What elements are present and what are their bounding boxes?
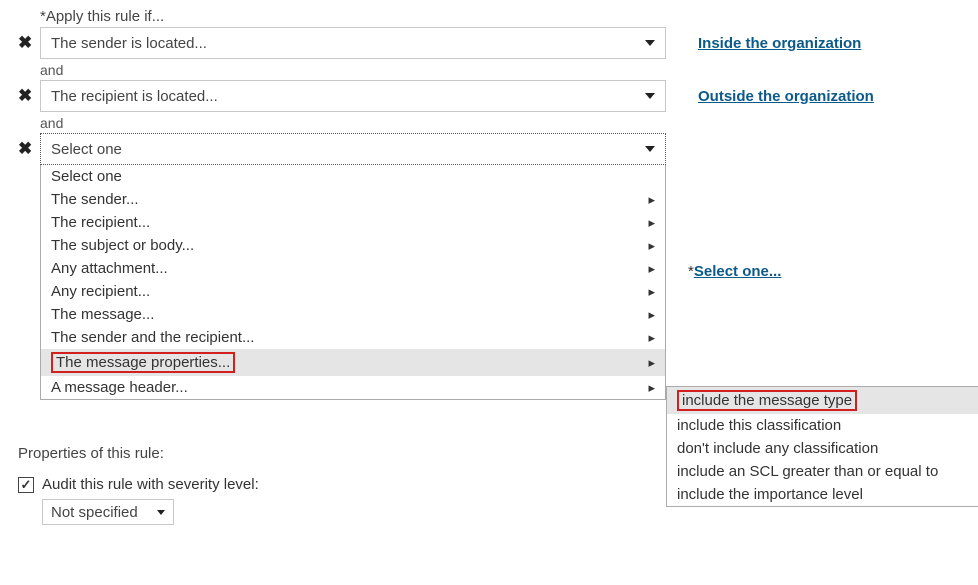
- menu-item[interactable]: The recipient... ▸: [41, 211, 665, 234]
- chevron-down-icon: [157, 510, 165, 515]
- condition-3-value: Select one: [51, 141, 122, 158]
- menu-item-label: The subject or body...: [51, 237, 194, 254]
- severity-value: Not specified: [51, 504, 138, 521]
- and-label-2: and: [40, 115, 960, 131]
- menu-item[interactable]: The message properties... ▸: [41, 349, 665, 376]
- chevron-right-icon: ▸: [648, 261, 655, 277]
- condition-3-dropdown[interactable]: Select one: [40, 133, 666, 165]
- submenu-item[interactable]: include the message type: [667, 387, 978, 414]
- menu-item-label: The recipient...: [51, 214, 150, 231]
- chevron-right-icon: ▸: [648, 192, 655, 208]
- condition-2-dropdown[interactable]: The recipient is located...: [40, 80, 666, 112]
- remove-condition-2[interactable]: ✖: [18, 86, 40, 106]
- chevron-down-icon: [645, 146, 655, 152]
- select-one-link[interactable]: Select one...: [694, 263, 782, 280]
- menu-item[interactable]: Any recipient... ▸: [41, 280, 665, 303]
- condition-submenu: include the message type include this cla…: [666, 386, 978, 507]
- menu-item-label: The sender...: [51, 191, 139, 208]
- condition-1-dropdown[interactable]: The sender is located...: [40, 27, 666, 59]
- audit-checkbox[interactable]: ✓: [18, 477, 34, 493]
- chevron-right-icon: ▸: [648, 238, 655, 254]
- chevron-right-icon: ▸: [648, 355, 655, 371]
- chevron-down-icon: [645, 93, 655, 99]
- menu-item-label: The message properties...: [51, 352, 235, 373]
- submenu-item[interactable]: include an SCL greater than or equal to: [667, 460, 978, 483]
- condition-1-link[interactable]: Inside the organization: [698, 35, 861, 52]
- apply-rule-title: *Apply this rule if...: [40, 8, 960, 25]
- chevron-right-icon: ▸: [648, 330, 655, 346]
- condition-2-value: The recipient is located...: [51, 88, 218, 105]
- remove-condition-3[interactable]: ✖: [18, 139, 40, 159]
- menu-item[interactable]: The sender and the recipient... ▸: [41, 326, 665, 349]
- submenu-item[interactable]: include the importance level: [667, 483, 978, 506]
- chevron-right-icon: ▸: [648, 307, 655, 323]
- submenu-item[interactable]: don't include any classification: [667, 437, 978, 460]
- submenu-item[interactable]: include this classification: [667, 414, 978, 437]
- condition-menu: Select oneThe sender...▸The recipient...…: [40, 165, 666, 400]
- submenu-item-label: include the message type: [677, 390, 857, 411]
- remove-condition-1[interactable]: ✖: [18, 33, 40, 53]
- menu-item[interactable]: The message... ▸: [41, 303, 665, 326]
- menu-item[interactable]: The sender... ▸: [41, 188, 665, 211]
- and-label-1: and: [40, 62, 960, 78]
- chevron-right-icon: ▸: [648, 380, 655, 396]
- chevron-down-icon: [645, 40, 655, 46]
- menu-item-label: A message header...: [51, 379, 188, 396]
- chevron-right-icon: ▸: [648, 215, 655, 231]
- chevron-right-icon: ▸: [648, 284, 655, 300]
- menu-item[interactable]: Any attachment... ▸: [41, 257, 665, 280]
- condition-1-value: The sender is located...: [51, 35, 207, 52]
- menu-item[interactable]: Select one: [41, 165, 665, 188]
- condition-2-link[interactable]: Outside the organization: [698, 88, 874, 105]
- menu-item[interactable]: A message header... ▸: [41, 376, 665, 399]
- audit-label: Audit this rule with severity level:: [42, 476, 259, 493]
- severity-dropdown[interactable]: Not specified: [42, 499, 174, 525]
- menu-item-label: Any recipient...: [51, 283, 150, 300]
- menu-item-label: Any attachment...: [51, 260, 168, 277]
- menu-item-label: The sender and the recipient...: [51, 329, 254, 346]
- menu-item-label: The message...: [51, 306, 154, 323]
- menu-item[interactable]: The subject or body... ▸: [41, 234, 665, 257]
